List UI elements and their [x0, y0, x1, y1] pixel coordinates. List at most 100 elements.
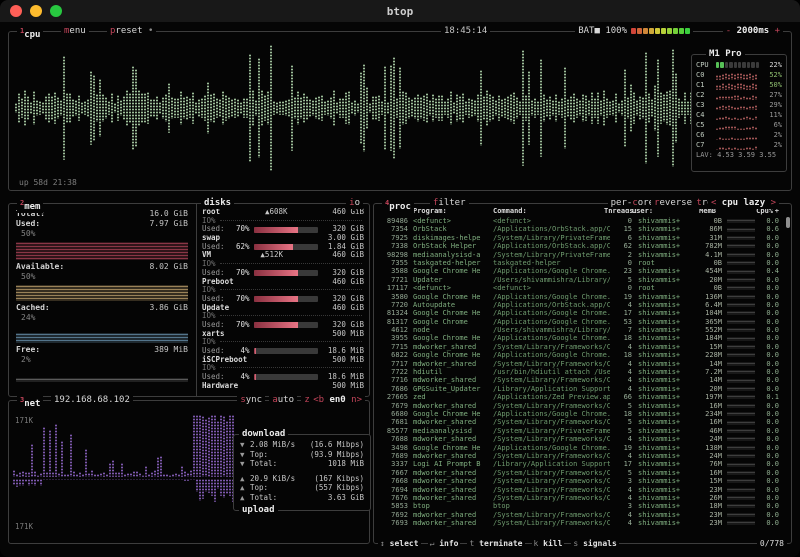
- process-row[interactable]: 7693 mdworker_shared /System/Library/Fra…: [374, 519, 783, 527]
- process-row[interactable]: 81324 Google Chrome He /Applications/Goo…: [374, 309, 783, 317]
- process-row[interactable]: 6680 Google Chrome He /Applications/Goog…: [374, 410, 783, 418]
- core-row: C4 11%: [696, 110, 782, 120]
- proc-box-title[interactable]: 4proc: [382, 198, 414, 213]
- io-mode-toggle[interactable]: io: [346, 198, 363, 209]
- process-row[interactable]: 6822 Google Chrome He /Applications/Goog…: [374, 351, 783, 359]
- battery-meter-cell: [643, 28, 648, 34]
- disks-title[interactable]: disks: [201, 198, 234, 209]
- info-action[interactable]: ↵ info: [428, 538, 461, 549]
- process-row[interactable]: 7667 mdworker_shared /System/Library/Fra…: [374, 469, 783, 477]
- process-row[interactable]: 7722 hdiutil /usr/bin/hdiutil attach /Us…: [374, 368, 783, 376]
- process-row[interactable]: 7354 OrbStack /Applications/OrbStack.app…: [374, 225, 783, 233]
- process-row[interactable]: 3498 Google Chrome He /Applications/Goog…: [374, 444, 783, 452]
- process-row[interactable]: 7925 diskimages-helpe /System/Library/Pr…: [374, 234, 783, 242]
- graph-bar: [154, 479, 156, 480]
- graph-bar: [719, 96, 721, 99]
- signals-action[interactable]: s signals: [571, 538, 618, 549]
- graph-bar: [175, 479, 177, 480]
- process-row[interactable]: 7676 mdworker_shared /System/Library/Fra…: [374, 494, 783, 502]
- graph-bar: [570, 96, 572, 121]
- disk-used-meter: [254, 374, 318, 380]
- graph-bar: [82, 474, 84, 477]
- process-row[interactable]: 5853 btop btop 3 shivammis+ 18M 0.0: [374, 502, 783, 510]
- sort-next-button[interactable]: >: [771, 198, 776, 208]
- graph-bar: [749, 137, 751, 139]
- disk-name-row: VM▲512K460 GiB: [202, 251, 364, 260]
- graph-bar: [752, 148, 754, 150]
- reverse-toggle[interactable]: reverse: [651, 198, 695, 209]
- next-interface-button[interactable]: n>: [351, 395, 362, 405]
- graph-bar: [734, 147, 736, 150]
- process-row[interactable]: 7679 mdworker_shared /System/Library/Fra…: [374, 402, 783, 410]
- prev-interface-button[interactable]: <b: [313, 395, 324, 405]
- kill-action[interactable]: k kill: [532, 538, 565, 549]
- graph-bar: [675, 73, 677, 142]
- update-interval: - 2000ms +: [723, 26, 783, 37]
- net-box-title[interactable]: 3net: [17, 395, 43, 410]
- graph-bar: [734, 74, 736, 80]
- process-row[interactable]: 98298 mediaanalysisd-a /System/Library/P…: [374, 251, 783, 259]
- mem-box-title[interactable]: 2mem: [17, 198, 43, 213]
- graph-bar: [55, 424, 57, 477]
- graph-bar: [731, 96, 733, 100]
- process-row[interactable]: 7721 Updater /Users/shivammishra/Library…: [374, 276, 783, 284]
- preset-button[interactable]: preset •: [107, 26, 156, 37]
- process-row[interactable]: 3337 Logi AI Prompt B /Library/Applicati…: [374, 460, 783, 468]
- process-row[interactable]: 7355 taskgated-helper taskgated-helper 0…: [374, 259, 783, 267]
- graph-bar: [189, 98, 191, 118]
- process-row[interactable]: 7717 mdworker_shared /System/Library/Fra…: [374, 360, 783, 368]
- process-row[interactable]: 7720 Autoupdate /Applications/OrbStack.a…: [374, 301, 783, 309]
- graph-bar: [90, 71, 92, 145]
- graph-bar: [731, 106, 733, 109]
- graph-bar: [202, 416, 204, 477]
- io-graph-placeholder: [220, 263, 362, 264]
- net-sync-toggle[interactable]: sync: [237, 395, 265, 406]
- cpu-box-title[interactable]: 1cpu: [17, 26, 43, 41]
- mem-disks-divider: [196, 204, 197, 396]
- graph-bar: [639, 96, 641, 120]
- graph-bar: [737, 138, 739, 139]
- process-row[interactable]: 7338 OrbStack Helper /Applications/OrbSt…: [374, 242, 783, 250]
- net-auto-toggle[interactable]: auto: [269, 395, 297, 406]
- process-row[interactable]: 7716 mdworker_shared /System/Library/Fra…: [374, 376, 783, 384]
- process-row[interactable]: 17117 <defunct> <defunct> 0 root 0B 0.0: [374, 284, 783, 292]
- filter-button[interactable]: filter: [430, 198, 469, 209]
- process-row[interactable]: 7681 mdworker_shared /System/Library/Fra…: [374, 418, 783, 426]
- select-action[interactable]: ↕ select: [378, 538, 421, 549]
- graph-bar: [576, 98, 578, 118]
- graph-bar: [366, 87, 368, 130]
- process-row[interactable]: 7689 mdworker_shared /System/Library/Fra…: [374, 452, 783, 460]
- graph-bar: [549, 96, 551, 121]
- process-row[interactable]: 4612 node /Users/shivammishra/Library/Ca…: [374, 326, 783, 334]
- sort-value: cpu lazy: [722, 198, 765, 208]
- graph-bar: [746, 85, 748, 90]
- process-row[interactable]: 81317 Google Chrome /Applications/Google…: [374, 318, 783, 326]
- interval-decrease-button[interactable]: -: [726, 26, 731, 36]
- graph-bar: [282, 101, 284, 115]
- graph-bar: [740, 118, 742, 120]
- net-interface-switcher[interactable]: <b en0 n>: [310, 395, 365, 406]
- process-row[interactable]: 7688 mdworker_shared /System/Library/Fra…: [374, 435, 783, 443]
- graph-bar: [740, 128, 742, 130]
- sort-prev-button[interactable]: <: [711, 198, 716, 208]
- menu-button[interactable]: menu: [61, 26, 89, 37]
- process-row[interactable]: 7668 mdworker_shared /System/Library/Fra…: [374, 477, 783, 485]
- process-row[interactable]: 89486 <defunct> <defunct> 0 shivammis+ 0…: [374, 217, 783, 225]
- graph-bar: [51, 96, 53, 120]
- process-scrollbar[interactable]: [786, 217, 790, 228]
- process-row[interactable]: 3588 Google Chrome He /Applications/Goog…: [374, 267, 783, 275]
- process-row[interactable]: 7715 mdworker_shared /System/Library/Fra…: [374, 343, 783, 351]
- interface-name: en0: [329, 395, 345, 405]
- process-row[interactable]: 7694 mdworker_shared /System/Library/Fra…: [374, 486, 783, 494]
- process-row[interactable]: 3955 Google Chrome He /Applications/Goog…: [374, 334, 783, 342]
- download-arrow-icon: ▼: [240, 459, 250, 469]
- process-row[interactable]: 3580 Google Chrome He /Applications/Goog…: [374, 293, 783, 301]
- per-core-toggle[interactable]: per-core: [608, 198, 657, 209]
- interval-increase-button[interactable]: +: [775, 26, 780, 36]
- graph-bar: [474, 100, 476, 115]
- terminate-action[interactable]: t terminate: [467, 538, 524, 549]
- process-row[interactable]: 7692 mdworker_shared /System/Library/Fra…: [374, 511, 783, 519]
- process-row[interactable]: 7686 GPGSuite_Updater /Library/Applicati…: [374, 385, 783, 393]
- process-row[interactable]: 85577 mediaanalysisd /System/Library/Pri…: [374, 427, 783, 435]
- process-row[interactable]: 27665 zed /Applications/Zed Preview.app/…: [374, 393, 783, 401]
